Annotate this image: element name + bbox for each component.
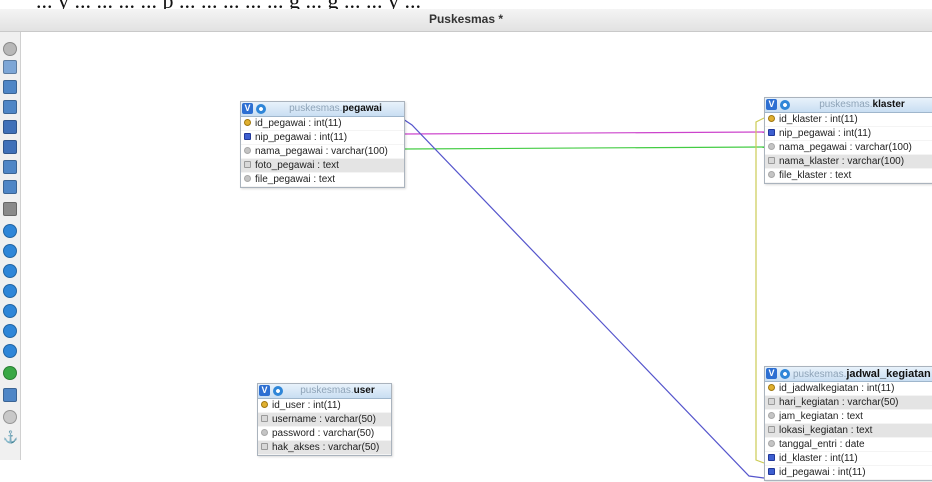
column-icon [768,412,775,419]
column-label: username : varchar(50) [272,414,376,425]
column-icon [768,171,775,178]
table-name: puskesmas.klaster [819,99,905,110]
column-row[interactable]: foto_pegawai : text [241,159,404,173]
column-label: foto_pegawai : text [255,160,339,171]
relation-line[interactable] [402,131,765,135]
primary-key-icon [244,119,251,126]
column-label: id_jadwalkegiatan : int(11) [779,383,895,394]
column-list: id_klaster : int(11) nip_pegawai : int(11… [765,113,932,183]
column-label: nama_pegawai : varchar(100) [255,146,388,157]
database-name: puskesmas [289,103,340,114]
column-label: nama_pegawai : varchar(100) [779,142,912,153]
column-label: hari_kegiatan : varchar(50) [779,397,899,408]
column-row[interactable]: hari_kegiatan : varchar(50) [765,396,932,410]
column-row[interactable]: nama_pegawai : varchar(100) [241,145,404,159]
column-row[interactable]: jam_kegiatan : text [765,410,932,424]
table-header[interactable]: V puskesmas.pegawai [241,102,404,117]
column-list: id_user : int(11) username : varchar(50) p… [258,399,391,455]
relation-line[interactable] [402,146,765,150]
relation-line[interactable] [402,118,765,479]
column-row[interactable]: id_klaster : int(11) [765,113,932,127]
column-icon [768,157,775,164]
relation-line[interactable] [755,117,765,464]
table-options-icon[interactable] [256,104,266,114]
foreign-key-icon [244,133,251,140]
column-row[interactable]: nama_klaster : varchar(100) [765,155,932,169]
table-pegawai[interactable]: V puskesmas.pegawai id_pegawai : int(11)… [240,101,405,188]
column-row[interactable]: password : varchar(50) [258,427,391,441]
foreign-key-icon [768,468,775,475]
table-klaster[interactable]: V puskesmas.klaster id_klaster : int(11)… [764,97,932,184]
table-title: pegawai [342,103,382,114]
table-options-icon[interactable] [780,369,790,379]
foreign-key-icon [768,129,775,136]
table-options-icon[interactable] [273,386,283,396]
column-row[interactable]: id_pegawai : int(11) [241,117,404,131]
column-row[interactable]: file_pegawai : text [241,173,404,187]
table-title: jadwal_kegiatan [846,368,931,380]
column-row[interactable]: username : varchar(50) [258,413,391,427]
column-label: id_pegawai : int(11) [779,467,866,478]
toggle-columns-icon[interactable]: V [766,99,777,110]
column-icon [768,143,775,150]
database-name: puskesmas [300,385,351,396]
column-row[interactable]: file_klaster : text [765,169,932,183]
column-row[interactable]: hak_akses : varchar(50) [258,441,391,455]
column-icon [244,161,251,168]
column-label: hak_akses : varchar(50) [272,442,380,453]
column-label: lokasi_kegiatan : text [779,425,873,436]
column-icon [768,398,775,405]
table-name: puskesmas.pegawai [289,103,382,114]
column-label: id_klaster : int(11) [779,453,858,464]
table-header[interactable]: V puskesmas.jadwal_kegiatan [765,367,932,382]
column-row[interactable]: id_pegawai : int(11) [765,466,932,480]
column-label: tanggal_entri : date [779,439,865,450]
primary-key-icon [261,401,268,408]
table-title: klaster [872,99,905,110]
column-row[interactable]: nama_pegawai : varchar(100) [765,141,932,155]
column-label: id_klaster : int(11) [779,114,858,125]
table-header[interactable]: V puskesmas.user [258,384,391,399]
column-row[interactable]: nip_pegawai : int(11) [241,131,404,145]
primary-key-icon [768,115,775,122]
table-jadwal-kegiatan[interactable]: V puskesmas.jadwal_kegiatan id_jadwalkeg… [764,366,932,481]
column-label: jam_kegiatan : text [779,411,863,422]
table-user[interactable]: V puskesmas.user id_user : int(11) userna… [257,383,392,456]
table-header[interactable]: V puskesmas.klaster [765,98,932,113]
column-label: file_pegawai : text [255,174,336,185]
column-icon [244,175,251,182]
column-icon [768,426,775,433]
column-label: file_klaster : text [779,170,852,181]
column-label: id_pegawai : int(11) [255,118,342,129]
column-icon [244,147,251,154]
column-label: nama_klaster : varchar(100) [779,156,905,167]
table-title: user [353,385,375,396]
column-icon [261,415,268,422]
table-options-icon[interactable] [780,100,790,110]
column-label: nip_pegawai : int(11) [779,128,872,139]
column-row[interactable]: id_jadwalkegiatan : int(11) [765,382,932,396]
primary-key-icon [768,384,775,391]
column-list: id_jadwalkegiatan : int(11) hari_kegiatan… [765,382,932,480]
table-name: puskesmas.jadwal_kegiatan [793,368,931,380]
database-name: puskesmas [819,99,870,110]
column-list: id_pegawai : int(11) nip_pegawai : int(11… [241,117,404,187]
toggle-columns-icon[interactable]: V [242,103,253,114]
column-label: nip_pegawai : int(11) [255,132,348,143]
column-icon [768,440,775,447]
table-name: puskesmas.user [300,385,375,396]
column-icon [261,429,268,436]
column-row[interactable]: tanggal_entri : date [765,438,932,452]
column-label: password : varchar(50) [272,428,375,439]
column-row[interactable]: id_klaster : int(11) [765,452,932,466]
column-row[interactable]: nip_pegawai : int(11) [765,127,932,141]
database-name: puskesmas [793,369,844,380]
toggle-columns-icon[interactable]: V [259,385,270,396]
column-row[interactable]: lokasi_kegiatan : text [765,424,932,438]
column-row[interactable]: id_user : int(11) [258,399,391,413]
column-icon [261,443,268,450]
toggle-columns-icon[interactable]: V [766,368,777,379]
foreign-key-icon [768,454,775,461]
column-label: id_user : int(11) [272,400,341,411]
